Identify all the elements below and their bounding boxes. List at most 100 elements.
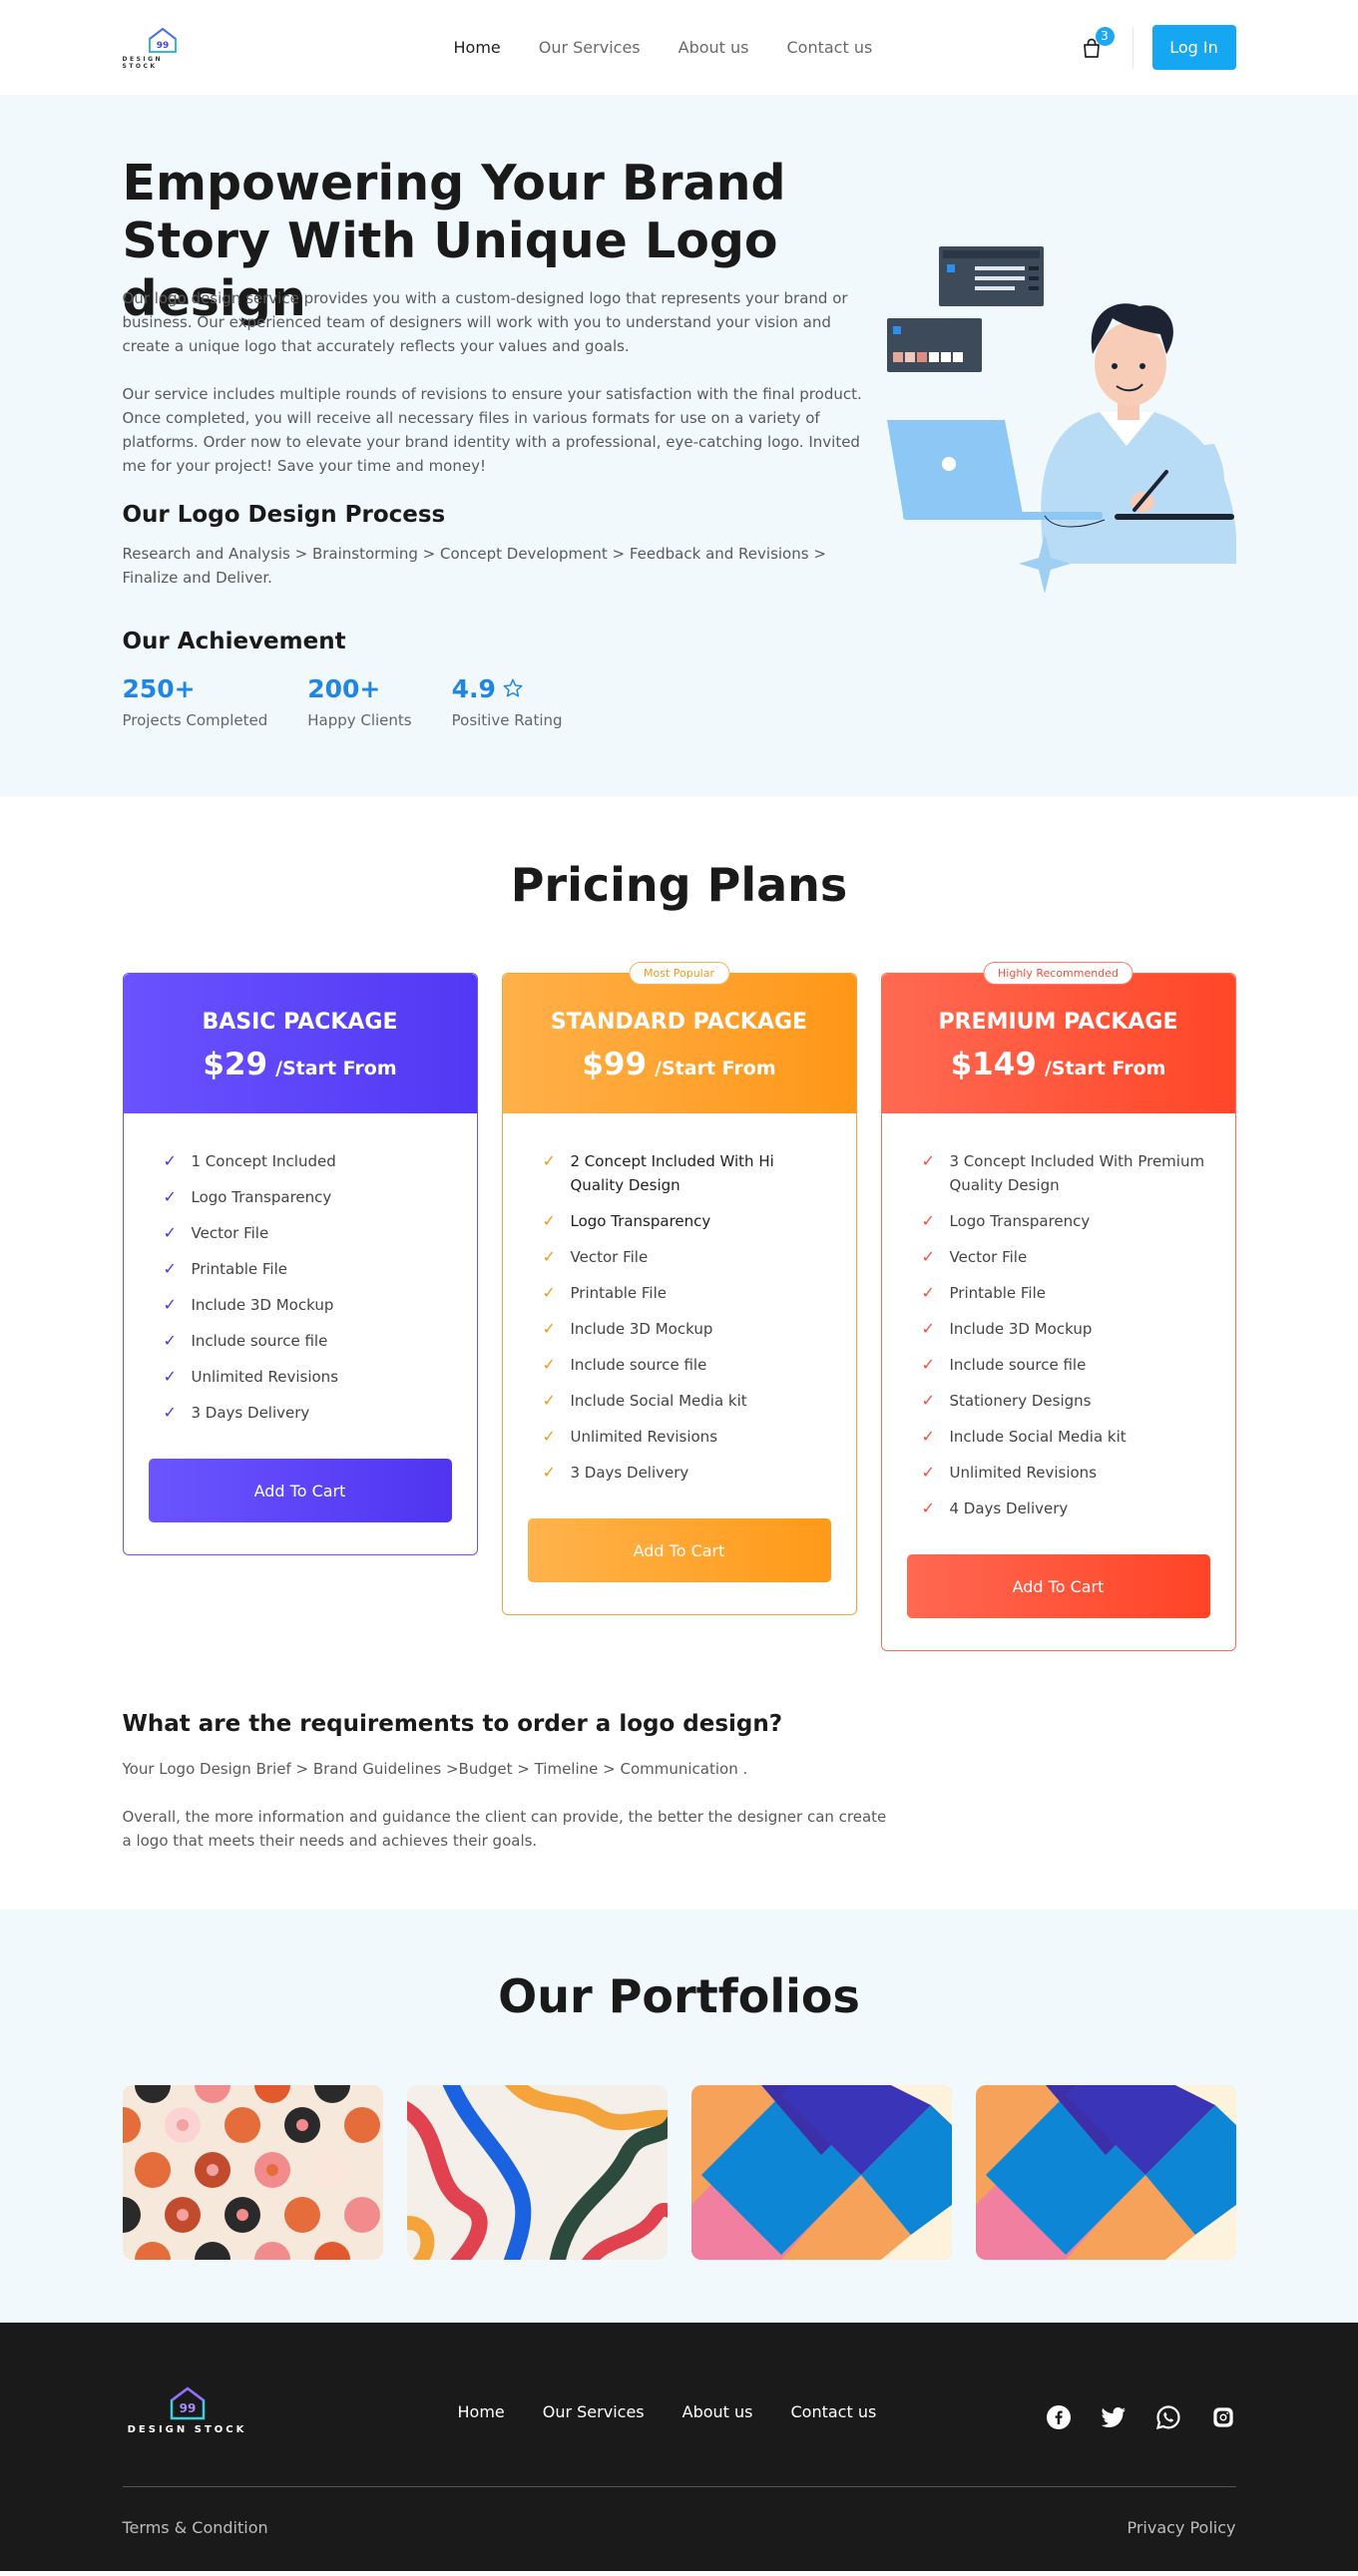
achievement-value: 200+: [307, 673, 411, 703]
feature-item: ✓ Include 3D Mockup: [543, 1317, 826, 1341]
privacy-link[interactable]: Privacy Policy: [1127, 2518, 1235, 2537]
plan-card-basic: BASIC PACKAGE $29 /Start From ✓ 1 Concept…: [122, 973, 478, 1555]
check-icon: ✓: [921, 1283, 935, 1302]
logo[interactable]: 99 DESIGN STOCK: [123, 26, 203, 70]
cart-count-badge: 3: [1095, 26, 1115, 46]
footer-nav-our-services[interactable]: Our Services: [543, 2402, 645, 2421]
feature-item: ✓ Include 3D Mockup: [164, 1293, 447, 1317]
plan-header: PREMIUM PACKAGE $149 /Start From: [881, 974, 1235, 1113]
check-icon: ✓: [163, 1151, 177, 1170]
feature-item: ✓ Unlimited Revisions: [543, 1425, 826, 1449]
login-button[interactable]: Log In: [1151, 25, 1236, 70]
portfolio-section: Our Portfolios: [0, 1910, 1358, 2323]
feature-text: Include 3D Mockup: [570, 1320, 713, 1338]
check-icon: ✓: [921, 1319, 935, 1338]
terms-link[interactable]: Terms & Condition: [123, 2518, 268, 2537]
requirements-title: What are the requirements to order a log…: [122, 1711, 783, 1737]
feature-text: Unlimited Revisions: [570, 1428, 718, 1446]
plan-price-amount: $149: [950, 1047, 1037, 1082]
plan-price-amount: $99: [582, 1047, 648, 1082]
plan-header: STANDARD PACKAGE $99 /Start From: [502, 974, 856, 1113]
feature-item: ✓ Vector File: [164, 1221, 447, 1245]
nav-our-services[interactable]: Our Services: [539, 38, 641, 57]
squiggle-pattern-image: [406, 2085, 668, 2260]
portfolio-item[interactable]: [975, 2085, 1236, 2260]
feature-item: ✓ Vector File: [922, 1245, 1205, 1269]
plan-price: $149 /Start From: [882, 1047, 1235, 1082]
nav-contact-us[interactable]: Contact us: [787, 38, 873, 57]
check-icon: ✓: [542, 1463, 556, 1482]
achievement-rating: 4.9 Positive Rating: [451, 673, 563, 730]
portfolio-gallery: [122, 2085, 1236, 2260]
feature-item: ✓ Include Social Media kit: [543, 1389, 826, 1413]
nav-about-us[interactable]: About us: [679, 38, 749, 57]
star-icon: [503, 678, 523, 697]
plan-features: ✓ 1 Concept Included ✓ Logo Transparency ✓…: [124, 1113, 477, 1425]
achievements: 250+ Projects Completed 200+ Happy Clien…: [123, 673, 603, 730]
feature-item: ✓ Include source file: [164, 1329, 447, 1353]
portfolio-title: Our Portfolios: [498, 1969, 860, 2023]
check-icon: ✓: [542, 1283, 556, 1302]
whatsapp-icon[interactable]: [1155, 2404, 1181, 2430]
plan-price: $29 /Start From: [124, 1047, 477, 1082]
footer-logo[interactable]: 99 DESIGN STOCK: [123, 2384, 252, 2435]
facebook-icon[interactable]: [1046, 2404, 1072, 2430]
feature-text: 3 Days Delivery: [570, 1464, 689, 1482]
feature-text: Include source file: [570, 1356, 707, 1374]
plan-features: ✓ 3 Concept Included With Premium Quality…: [882, 1113, 1235, 1520]
twitter-icon[interactable]: [1101, 2404, 1127, 2430]
add-to-cart-standard-button[interactable]: Add To Cart: [527, 1518, 831, 1582]
check-icon: ✓: [921, 1463, 935, 1482]
achievement-projects: 250+ Projects Completed: [123, 673, 268, 730]
feature-text: Include Social Media kit: [949, 1428, 1127, 1446]
feature-text: Include Social Media kit: [570, 1392, 747, 1410]
check-icon: ✓: [921, 1151, 935, 1170]
feature-text: 3 Concept Included With Premium Quality …: [949, 1152, 1205, 1194]
portfolio-item[interactable]: [690, 2085, 952, 2260]
check-icon: ✓: [921, 1499, 935, 1517]
nav-home[interactable]: Home: [454, 38, 501, 57]
achievement-title: Our Achievement: [122, 629, 346, 654]
feature-item: ✓ Printable File: [922, 1281, 1205, 1305]
footer-nav-contact-us[interactable]: Contact us: [791, 2402, 877, 2421]
achievement-value-text: 200+: [307, 673, 381, 703]
feature-item: ✓ 3 Concept Included With Premium Quality…: [922, 1149, 1205, 1197]
footer-nav-about-us[interactable]: About us: [682, 2402, 753, 2421]
pricing-section: Pricing Plans BASIC PACKAGE $29 /Start F…: [0, 796, 1358, 1910]
feature-text: Logo Transparency: [570, 1212, 711, 1230]
requirements-steps: Your Logo Design Brief > Brand Guideline…: [122, 1760, 748, 1778]
achievement-value: 250+: [123, 673, 268, 703]
feature-item: ✓ Logo Transparency: [164, 1185, 447, 1209]
feature-item: ✓ 3 Days Delivery: [164, 1401, 447, 1425]
portfolio-item[interactable]: [122, 2085, 383, 2260]
portfolio-item[interactable]: [406, 2085, 668, 2260]
feature-item: ✓ Include 3D Mockup: [922, 1317, 1205, 1341]
achievement-label: Positive Rating: [451, 711, 563, 729]
add-to-cart-basic-button[interactable]: Add To Cart: [148, 1459, 452, 1522]
feature-item: ✓ Unlimited Revisions: [164, 1365, 447, 1389]
hero-section: Empowering Your Brand Story With Unique …: [0, 95, 1358, 796]
plan-features: ✓ 2 Concept Included With Hi Quality Desi…: [503, 1113, 856, 1485]
check-icon: ✓: [542, 1391, 556, 1410]
add-to-cart-premium-button[interactable]: Add To Cart: [906, 1554, 1210, 1618]
feature-text: Stationery Designs: [949, 1392, 1092, 1410]
instagram-icon[interactable]: [1210, 2404, 1236, 2430]
feature-item: ✓ Include Social Media kit: [922, 1425, 1205, 1449]
check-icon: ✓: [921, 1247, 935, 1266]
plan-name: PREMIUM PACKAGE: [938, 1010, 1178, 1035]
main-nav: Home Our Services About us Contact us: [454, 38, 873, 57]
cart-button[interactable]: 3: [1077, 26, 1115, 63]
feature-item: ✓ Printable File: [543, 1281, 826, 1305]
plan-name: BASIC PACKAGE: [202, 1010, 398, 1035]
check-icon: ✓: [163, 1331, 177, 1350]
feature-item: ✓ 2 Concept Included With Hi Quality Desi…: [543, 1149, 826, 1197]
feature-item: ✓ Stationery Designs: [922, 1389, 1205, 1413]
check-icon: ✓: [163, 1367, 177, 1386]
circles-pattern-image: [122, 2085, 383, 2260]
site-header: 99 DESIGN STOCK Home Our Services About …: [0, 0, 1358, 95]
plan-price-period: /Start From: [275, 1058, 397, 1079]
plan-price-amount: $29: [203, 1047, 268, 1082]
plan-card-standard: Most Popular STANDARD PACKAGE $99 /Start…: [501, 962, 857, 1615]
feature-text: Printable File: [949, 1284, 1046, 1302]
footer-nav-home[interactable]: Home: [458, 2402, 505, 2421]
